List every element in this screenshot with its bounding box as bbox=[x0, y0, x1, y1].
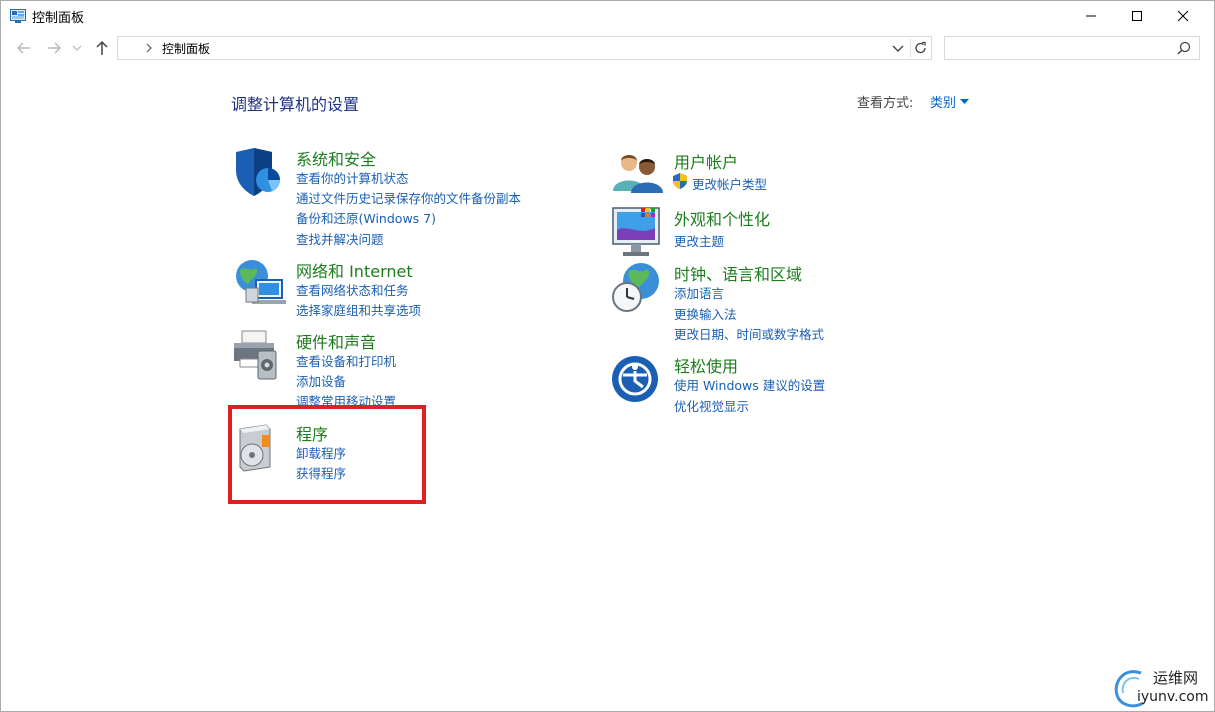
minimize-icon bbox=[1086, 15, 1096, 17]
address-dropdown-icon[interactable] bbox=[890, 40, 906, 56]
arrow-right-icon bbox=[48, 42, 61, 54]
link-change-theme[interactable]: 更改主题 bbox=[674, 231, 724, 250]
network-globe-icon bbox=[232, 258, 286, 312]
link-file-history-backup[interactable]: 通过文件历史记录保存你的文件备份副本 bbox=[296, 188, 521, 207]
refresh-button[interactable] bbox=[910, 39, 930, 57]
printer-icon bbox=[232, 329, 286, 383]
users-icon bbox=[611, 149, 665, 203]
link-add-device[interactable]: 添加设备 bbox=[296, 371, 346, 390]
back-button[interactable] bbox=[15, 39, 33, 57]
refresh-icon bbox=[915, 41, 926, 54]
watermark-text-cn: 运维网 bbox=[1153, 669, 1199, 687]
link-devices-printers[interactable]: 查看设备和打印机 bbox=[296, 351, 396, 370]
link-change-date-time-format[interactable]: 更改日期、时间或数字格式 bbox=[674, 324, 824, 343]
monitor-palette-icon bbox=[611, 206, 665, 260]
link-optimize-visual-display[interactable]: 优化视觉显示 bbox=[674, 396, 749, 415]
up-button[interactable] bbox=[93, 39, 111, 57]
chevron-right-icon bbox=[146, 43, 152, 53]
address-path[interactable]: 控制面板 bbox=[162, 40, 210, 57]
recent-locations-button[interactable] bbox=[71, 39, 83, 57]
category-title-ease-of-access[interactable]: 轻松使用 bbox=[674, 353, 738, 377]
link-view-computer-status[interactable]: 查看你的计算机状态 bbox=[296, 168, 409, 187]
link-windows-recommended-settings[interactable]: 使用 Windows 建议的设置 bbox=[674, 375, 825, 394]
control-panel-icon bbox=[10, 8, 26, 23]
search-input[interactable] bbox=[949, 39, 1169, 57]
link-backup-restore[interactable]: 备份和还原(Windows 7) bbox=[296, 208, 436, 227]
close-icon bbox=[1177, 10, 1189, 22]
category-title-clock-language-region[interactable]: 时钟、语言和区域 bbox=[674, 261, 802, 285]
category-title-system-security[interactable]: 系统和安全 bbox=[296, 146, 376, 170]
highlight-annotation-box bbox=[228, 405, 426, 504]
clock-globe-icon bbox=[611, 261, 665, 315]
page-title: 调整计算机的设置 bbox=[231, 95, 360, 114]
link-add-language[interactable]: 添加语言 bbox=[674, 283, 724, 302]
ease-of-access-icon bbox=[611, 353, 665, 407]
uac-shield-icon bbox=[673, 173, 687, 189]
close-button[interactable] bbox=[1160, 1, 1206, 31]
category-title-user-accounts[interactable]: 用户帐户 bbox=[674, 149, 738, 173]
category-title-appearance[interactable]: 外观和个性化 bbox=[674, 206, 770, 230]
address-bar[interactable]: 控制面板 bbox=[117, 36, 932, 60]
link-change-account-type[interactable]: 更改帐户类型 bbox=[692, 174, 767, 193]
minimize-button[interactable] bbox=[1068, 1, 1114, 31]
view-by-dropdown[interactable]: 类别 bbox=[930, 92, 970, 111]
caret-down-icon bbox=[960, 98, 970, 104]
link-troubleshoot[interactable]: 查找并解决问题 bbox=[296, 229, 384, 248]
control-panel-window: 控制面板 控制面板 调整计算机的设置 查看方式: 类别 系统和安全 查看你的计算… bbox=[0, 0, 1215, 712]
category-title-hardware-sound[interactable]: 硬件和声音 bbox=[296, 329, 376, 353]
navigation-bar: 控制面板 bbox=[1, 31, 1214, 65]
title-bar: 控制面板 bbox=[1, 1, 1214, 31]
link-network-status[interactable]: 查看网络状态和任务 bbox=[296, 280, 409, 299]
chevron-down-icon bbox=[72, 45, 82, 51]
search-box[interactable] bbox=[944, 36, 1200, 60]
maximize-icon bbox=[1132, 11, 1142, 21]
search-icon[interactable] bbox=[1177, 41, 1191, 55]
view-by-label: 查看方式: bbox=[857, 96, 914, 111]
watermark: 运维网 iyunv.com bbox=[1111, 665, 1215, 711]
forward-button[interactable] bbox=[45, 39, 63, 57]
arrow-up-icon bbox=[96, 40, 108, 55]
category-title-network-internet[interactable]: 网络和 Internet bbox=[296, 258, 413, 282]
link-homegroup-sharing[interactable]: 选择家庭组和共享选项 bbox=[296, 300, 421, 319]
window-title: 控制面板 bbox=[32, 11, 85, 26]
arrow-left-icon bbox=[17, 42, 30, 54]
maximize-button[interactable] bbox=[1114, 1, 1160, 31]
watermark-text-url: iyunv.com bbox=[1137, 689, 1209, 705]
link-change-input-method[interactable]: 更换输入法 bbox=[674, 304, 737, 323]
shield-icon bbox=[232, 146, 286, 200]
view-by-value[interactable]: 类别 bbox=[930, 92, 956, 111]
